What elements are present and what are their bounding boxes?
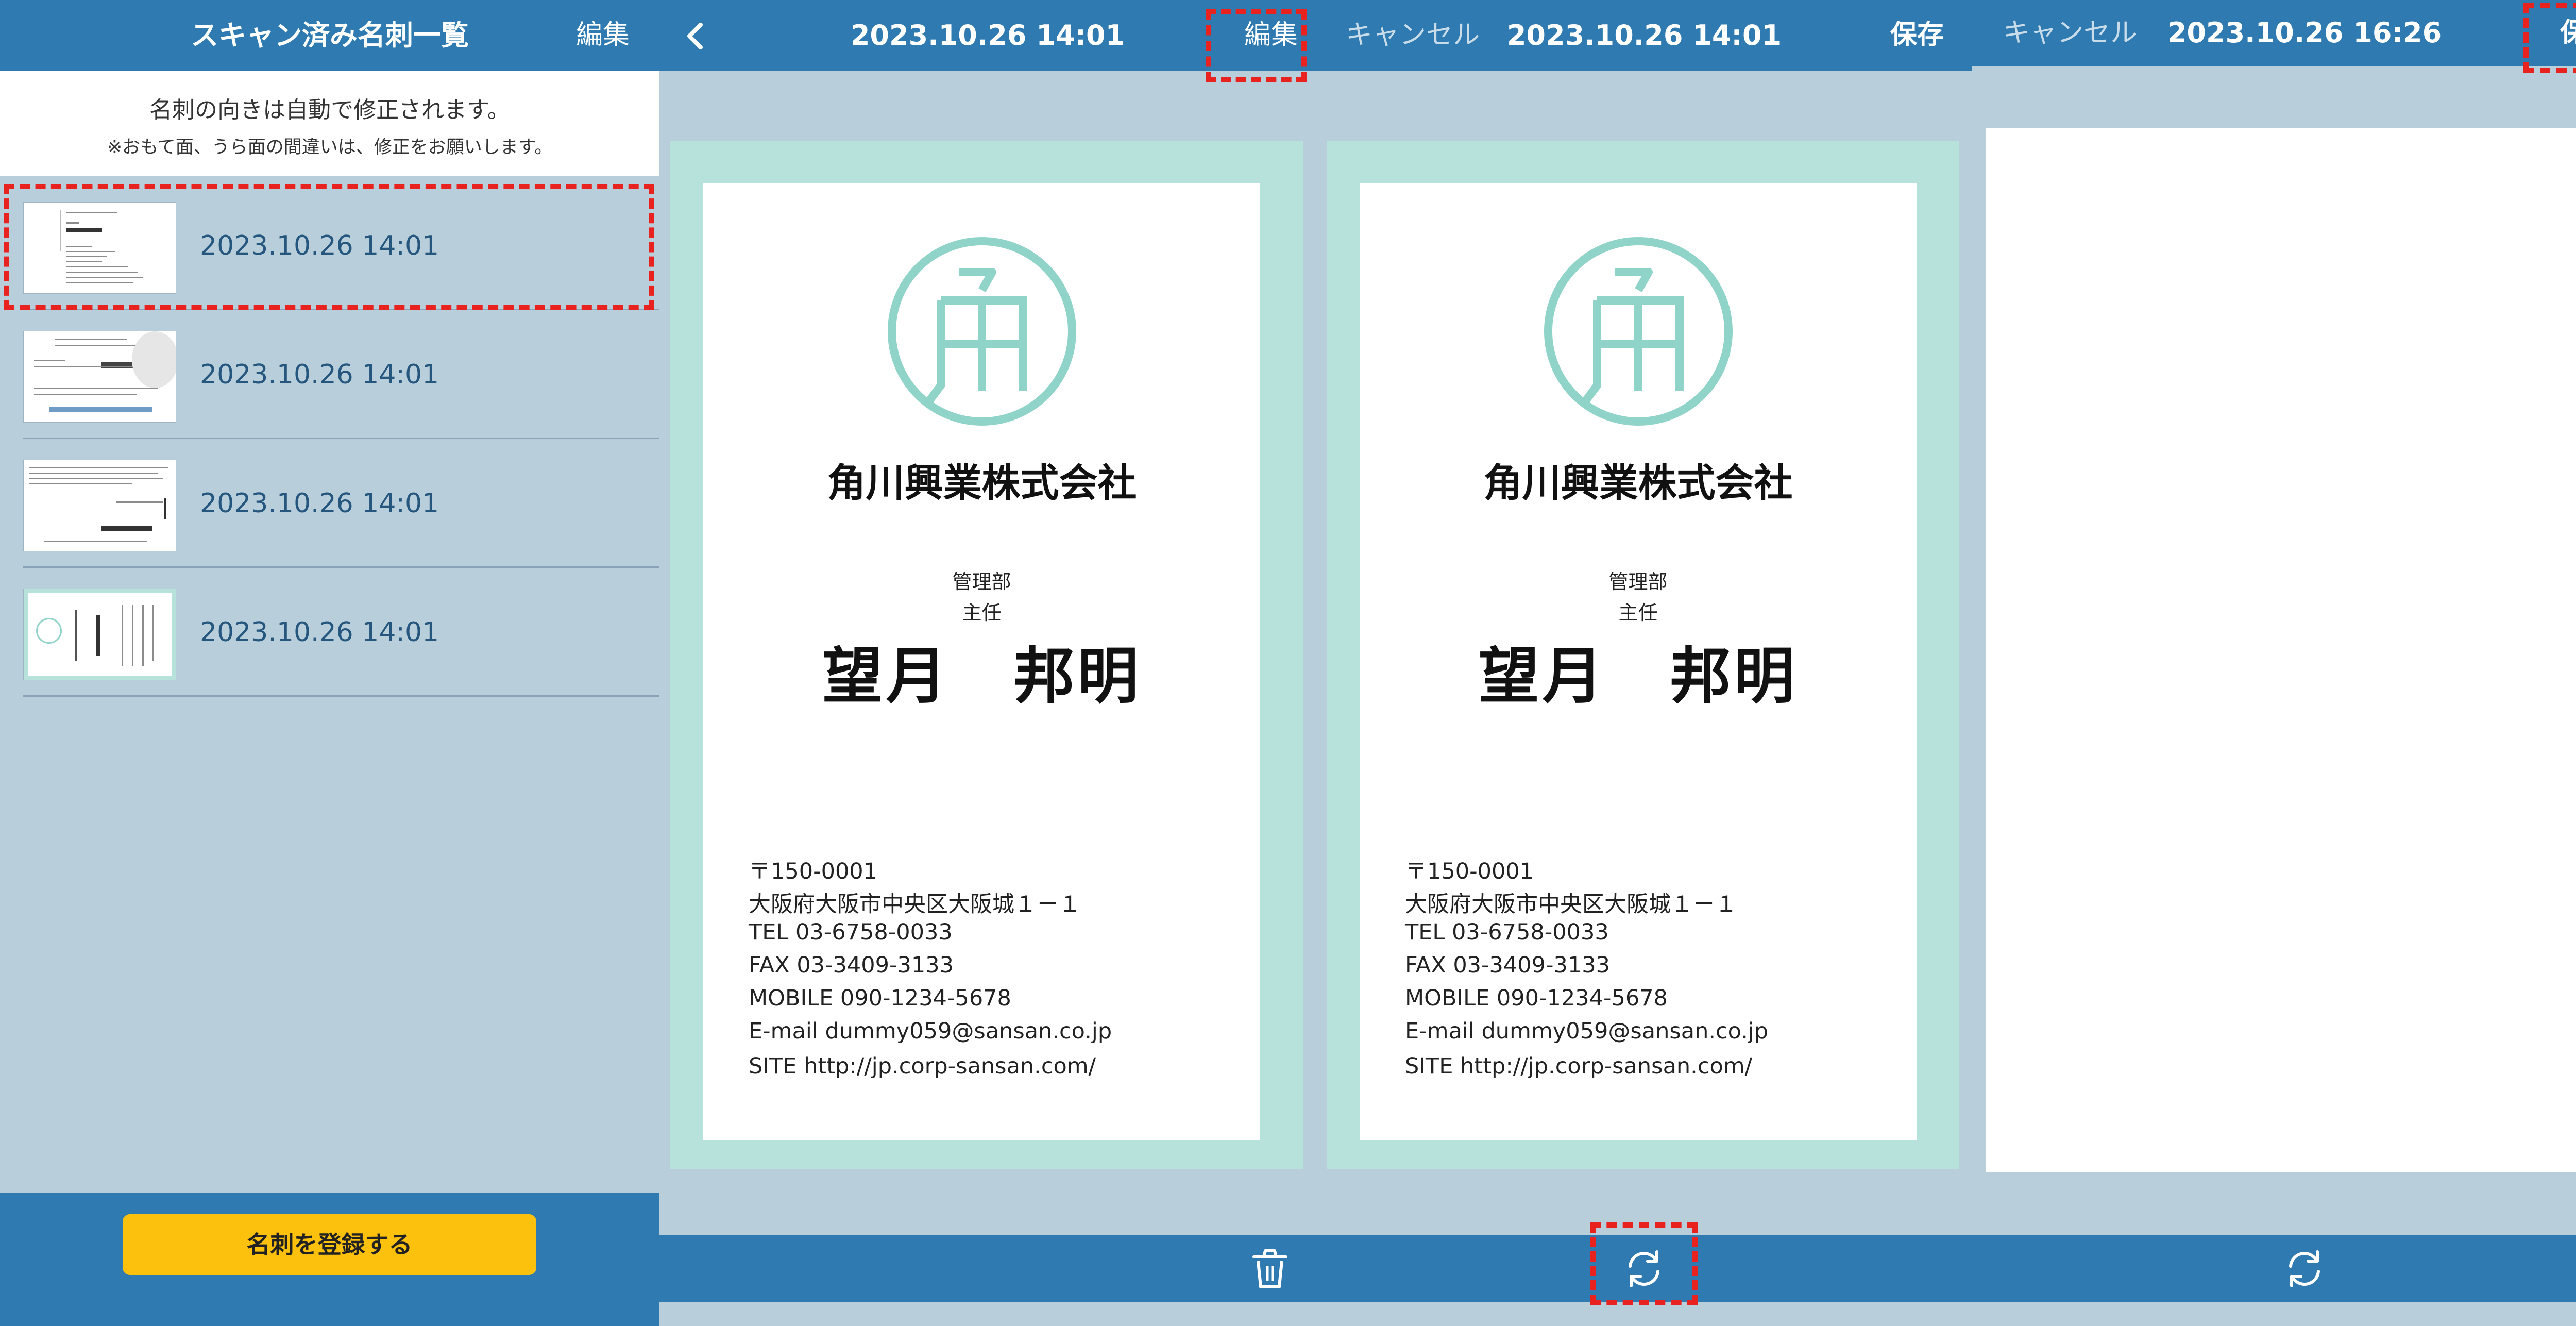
list-item[interactable]: 2023.10.26 14:01	[0, 568, 659, 697]
address: 大阪府大阪市中央区大阪城１－１	[749, 892, 1081, 917]
email: E-mail dummy059@sansan.co.jp	[749, 1018, 1112, 1044]
email: E-mail dummy059@sansan.co.jp	[1405, 1018, 1769, 1044]
edit-navbar: キャンセル 2023.10.26 14:01 保存	[1316, 0, 1972, 71]
row-divider	[23, 695, 659, 697]
card-thumbnail	[23, 589, 176, 680]
edit-navbar-2: キャンセル 2023.10.26 16:26 保存	[1972, 0, 2576, 66]
position: 主任	[962, 601, 1002, 624]
scanned-cards-list-screen: スキャン済み名刺一覧 編集 名刺の向きは自動で修正されます。 ※おもて面、うら面…	[0, 0, 659, 1326]
fax: FAX 03-3409-3133	[749, 952, 954, 978]
card-edit-screen: キャンセル 2023.10.26 14:01 保存 角川興業株式会社 管理部 主…	[1316, 0, 1972, 1326]
department: 管理部	[1608, 570, 1668, 593]
rotate-icon[interactable]	[2281, 1246, 2328, 1292]
tel: TEL 03-6758-0033	[1405, 919, 1609, 945]
edit-title: 2023.10.26 14:01	[1506, 19, 1782, 52]
highlight-frame	[1590, 1222, 1698, 1305]
card-face: 角川興業株式会社 管理部 主任 望月 邦明 〒150-0001 大阪府大阪市中央…	[703, 183, 1260, 1140]
person-name: 望月 邦明	[1478, 641, 1798, 712]
business-card: 角川興業株式会社 管理部 主任 望月 邦明 〒150-0001 大阪府大阪市中央…	[1327, 141, 1959, 1169]
card-face: 角川興業株式会社 管理部 主任 望月 邦明 〒150-0001 大阪府大阪市中央…	[1360, 183, 1917, 1140]
trash-icon[interactable]	[1247, 1246, 1293, 1292]
highlight-frame	[4, 184, 654, 310]
list-item[interactable]: 2023.10.26 14:01	[0, 439, 659, 568]
list-item-date: 2023.10.26 14:01	[200, 617, 439, 648]
department: 管理部	[952, 570, 1011, 593]
site: SITE http://jp.corp-sansan.com/	[749, 1053, 1096, 1079]
postal-code: 〒150-0001	[749, 859, 878, 884]
company-logo-icon	[1544, 237, 1733, 426]
postal-code: 〒150-0001	[1405, 859, 1534, 884]
edit-toolbar-2	[1972, 1235, 2576, 1302]
orientation-notice: 名刺の向きは自動で修正されます。 ※おもて面、うら面の間違いは、修正をお願いしま…	[0, 71, 659, 176]
company-logo-icon	[888, 237, 1076, 426]
register-card-button[interactable]: 名刺を登録する	[123, 1214, 536, 1275]
address: 大阪府大阪市中央区大阪城１－１	[1405, 892, 1737, 917]
card-back-side	[1986, 128, 2576, 1172]
site: SITE http://jp.corp-sansan.com/	[1405, 1053, 1753, 1079]
mobile: MOBILE 090-1234-5678	[749, 985, 1011, 1011]
list-navbar: スキャン済み名刺一覧 編集	[0, 0, 659, 71]
mobile: MOBILE 090-1234-5678	[1405, 985, 1668, 1011]
card-thumbnail	[23, 460, 176, 551]
notice-main-text: 名刺の向きは自動で修正されます。	[149, 97, 510, 123]
company-name: 角川興業株式会社	[827, 460, 1137, 506]
highlight-frame	[1206, 9, 1307, 82]
highlight-frame	[2523, 3, 2576, 73]
tel: TEL 03-6758-0033	[749, 919, 953, 945]
list-item-date: 2023.10.26 14:01	[200, 488, 439, 519]
person-name: 望月 邦明	[822, 641, 1142, 712]
list-bottom-bar: 名刺を登録する	[0, 1193, 659, 1326]
detail-toolbar	[659, 1235, 1316, 1302]
list-edit-button[interactable]: 編集	[576, 0, 630, 71]
edit-title: 2023.10.26 16:26	[2167, 16, 2442, 49]
notice-sub-text: ※おもて面、うら面の間違いは、修正をお願いします。	[107, 137, 553, 158]
save-button[interactable]: 保存	[1890, 0, 1944, 71]
company-name: 角川興業株式会社	[1483, 460, 1793, 506]
business-card: 角川興業株式会社 管理部 主任 望月 邦明 〒150-0001 大阪府大阪市中央…	[670, 141, 1303, 1169]
list-item-date: 2023.10.26 14:01	[200, 359, 439, 390]
card-thumbnail	[23, 331, 176, 423]
card-edit-screen-2: キャンセル 2023.10.26 16:26 保存	[1972, 0, 2576, 1326]
list-title: スキャン済み名刺一覧	[191, 19, 469, 52]
position: 主任	[1618, 601, 1658, 624]
card-detail-screen: 2023.10.26 14:01 編集 角川興業株式会社 管理部 主任 望月 邦…	[659, 0, 1316, 1326]
list-item[interactable]: 2023.10.26 14:01	[0, 310, 659, 439]
fax: FAX 03-3409-3133	[1405, 952, 1610, 978]
